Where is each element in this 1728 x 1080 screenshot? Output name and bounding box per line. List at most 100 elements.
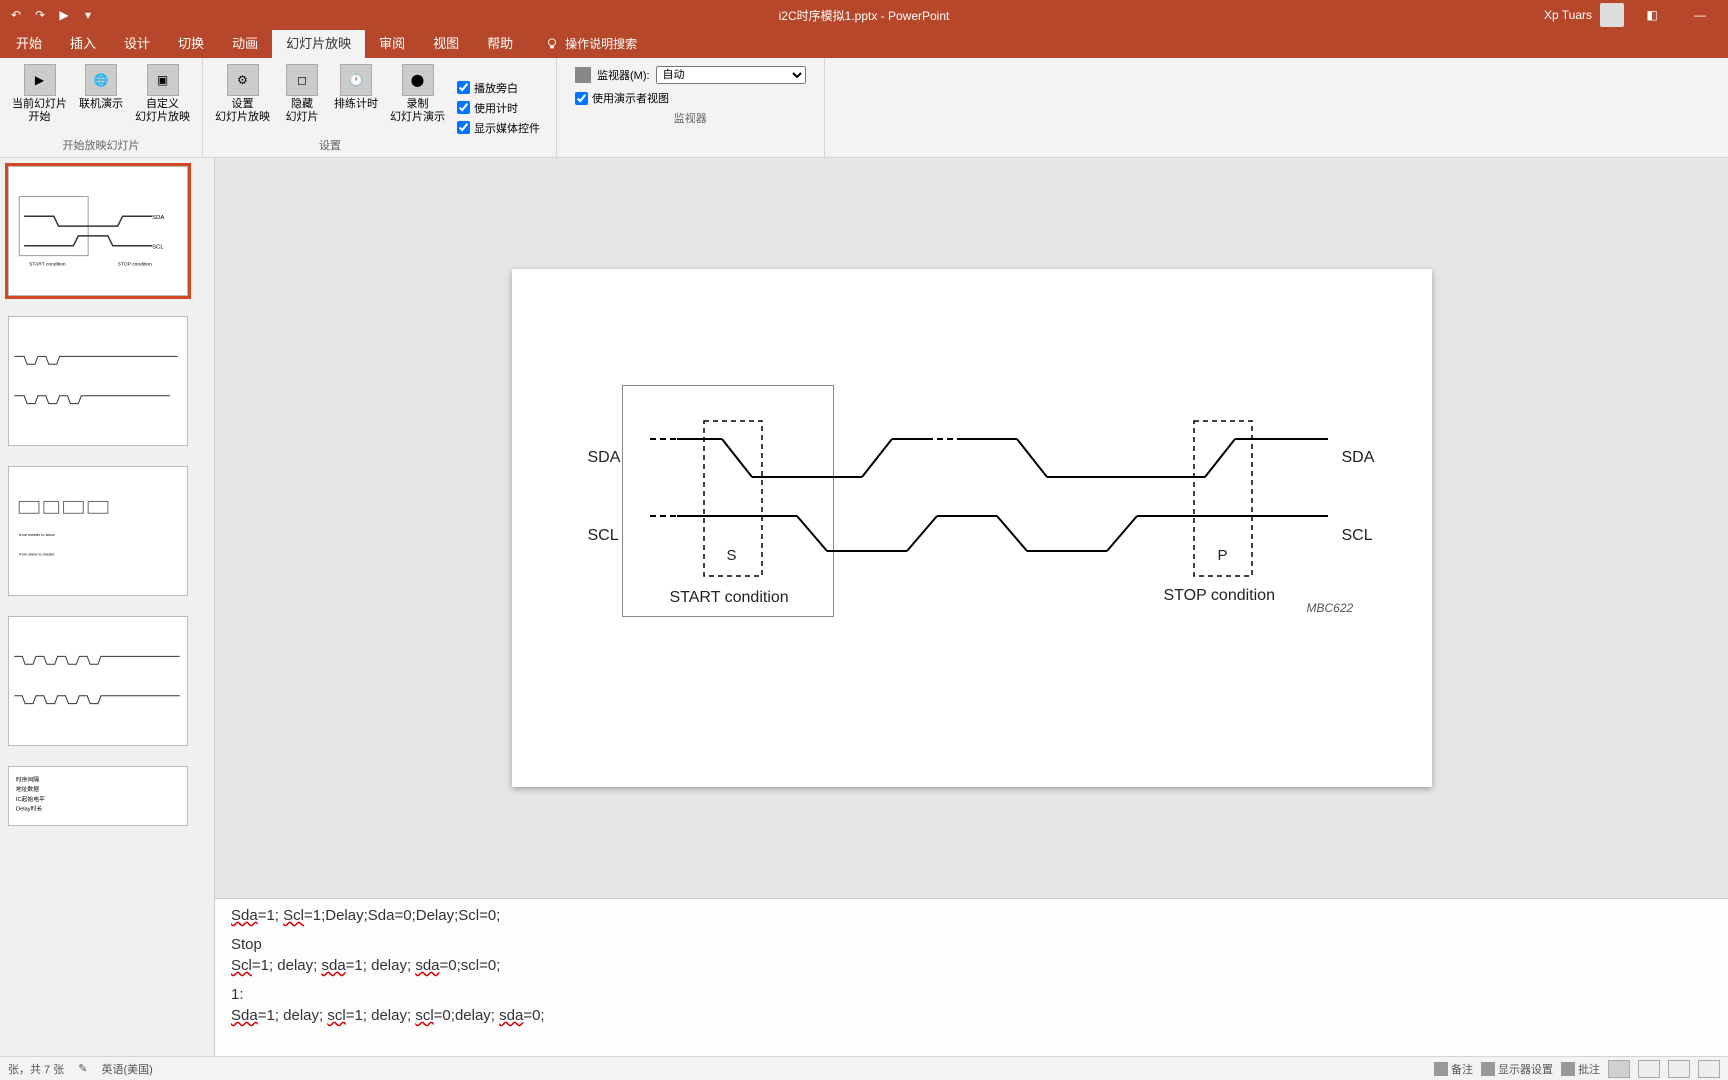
display-settings-button[interactable]: 显示器设置 — [1481, 1061, 1553, 1077]
ribbon: ▶当前幻灯片 开始 🌐联机演示 ▣自定义 幻灯片放映 开始放映幻灯片 ⚙设置 幻… — [0, 58, 1728, 158]
ribbon-display-options-icon[interactable]: ◧ — [1632, 0, 1672, 30]
clock-icon: 🕐 — [340, 64, 372, 96]
svg-text:from master to slave: from master to slave — [19, 532, 55, 537]
qat-dropdown-icon[interactable]: ▾ — [80, 7, 96, 23]
normal-view-button[interactable] — [1608, 1060, 1630, 1078]
custom-slideshow-button[interactable]: ▣自定义 幻灯片放映 — [131, 62, 194, 137]
setup-icon: ⚙ — [227, 64, 259, 96]
notes-pane[interactable]: Sda=1; Scl=1;Delay;Sda=0;Delay;Scl=0; St… — [215, 898, 1728, 1056]
tab-view[interactable]: 视图 — [419, 27, 473, 58]
play-icon: ▶ — [24, 64, 56, 96]
svg-text:from slave to master: from slave to master — [19, 552, 55, 557]
spelling-icon[interactable]: ✎ — [78, 1062, 87, 1075]
notes-button[interactable]: 备注 — [1434, 1061, 1473, 1077]
group-setup: ⚙设置 幻灯片放映 ◻隐藏 幻灯片 🕐排练计时 ⬤录制 幻灯片演示 设置 播放旁… — [203, 58, 557, 157]
mbc-label: MBC622 — [1307, 601, 1354, 615]
group-monitors: 监视器(M): 自动 使用演示者视图 监视器 — [557, 58, 825, 157]
display-icon — [1481, 1062, 1495, 1076]
ribbon-tabs: 开始 插入 设计 切换 动画 幻灯片放映 审阅 视图 帮助 操作说明搜索 — [0, 30, 1728, 58]
globe-icon: 🌐 — [85, 64, 117, 96]
tab-help[interactable]: 帮助 — [473, 27, 527, 58]
hide-icon: ◻ — [286, 64, 318, 96]
stop-condition-label: STOP condition — [1164, 587, 1275, 605]
main: SDA SCL START condition STOP condition from… — [0, 158, 1728, 1056]
scl-label-right: SCL — [1342, 527, 1373, 545]
user-name: Xp Tuars — [1544, 8, 1592, 22]
tab-transitions[interactable]: 切换 — [164, 27, 218, 58]
slide-thumb-5[interactable]: 时序间隔地址数据IC起始电平Delay时长 — [8, 766, 188, 826]
page-count: 张，共 7 张 — [8, 1061, 64, 1077]
svg-text:SCL: SCL — [152, 245, 164, 251]
group-label: 开始放映幻灯片 — [8, 137, 194, 153]
monitor-label: 监视器(M): — [597, 67, 650, 83]
svg-text:地址数据: 地址数据 — [16, 785, 39, 793]
notes-icon — [1434, 1062, 1448, 1076]
slide-thumb-3[interactable]: from master to slave from slave to master — [8, 466, 188, 596]
notes-line: Stop — [231, 936, 1712, 953]
comment-icon — [1561, 1062, 1575, 1076]
group-label: 监视器 — [565, 110, 816, 126]
setup-checkboxes: 播放旁白 使用计时 显示媒体控件 — [449, 62, 548, 153]
rehearse-timings-button[interactable]: 🕐排练计时 — [330, 62, 382, 137]
comments-button[interactable]: 批注 — [1561, 1061, 1600, 1077]
window-title: i2C时序模拟1.pptx - PowerPoint — [779, 7, 950, 24]
sda-label-left: SDA — [588, 449, 621, 467]
custom-show-icon: ▣ — [147, 64, 179, 96]
setup-slideshow-button[interactable]: ⚙设置 幻灯片放映 — [211, 62, 274, 137]
presenter-view-checkbox[interactable]: 使用演示者视图 — [575, 90, 806, 106]
hide-slide-button[interactable]: ◻隐藏 幻灯片 — [278, 62, 326, 137]
tell-me[interactable]: 操作说明搜索 — [535, 29, 647, 58]
tab-slideshow[interactable]: 幻灯片放映 — [272, 27, 365, 58]
status-bar: 张，共 7 张 ✎ 英语(美国) 备注 显示器设置 批注 — [0, 1056, 1728, 1080]
from-current-slide-button[interactable]: ▶当前幻灯片 开始 — [8, 62, 71, 137]
play-narrations-checkbox[interactable]: 播放旁白 — [457, 80, 540, 96]
tab-design[interactable]: 设计 — [110, 27, 164, 58]
svg-text:Delay时长: Delay时长 — [16, 805, 43, 813]
minimize-icon[interactable]: — — [1680, 0, 1720, 30]
content-area: SDA SCL SDA SCL S P START condition STOP… — [215, 158, 1728, 1056]
svg-text:START condition: START condition — [29, 261, 66, 267]
present-online-button[interactable]: 🌐联机演示 — [75, 62, 127, 137]
tell-me-label: 操作说明搜索 — [565, 35, 637, 52]
monitor-icon — [575, 67, 591, 83]
slide-thumb-4[interactable] — [8, 616, 188, 746]
language[interactable]: 英语(美国) — [101, 1061, 152, 1077]
scl-label-left: SCL — [588, 527, 619, 545]
tab-insert[interactable]: 插入 — [56, 27, 110, 58]
lightbulb-icon — [545, 37, 559, 51]
monitor-select[interactable]: 自动 — [656, 66, 806, 84]
group-start-show: ▶当前幻灯片 开始 🌐联机演示 ▣自定义 幻灯片放映 开始放映幻灯片 — [0, 58, 203, 157]
avatar[interactable] — [1600, 3, 1624, 27]
p-label: P — [1218, 547, 1228, 564]
slideshow-view-button[interactable] — [1698, 1060, 1720, 1078]
notes-line: Sda=1; Scl=1;Delay;Sda=0;Delay;Scl=0; — [231, 907, 1712, 924]
notes-line: Sda=1; delay; scl=1; delay; scl=0;delay;… — [231, 1007, 1712, 1024]
record-slideshow-button[interactable]: ⬤录制 幻灯片演示 — [386, 62, 449, 137]
sda-label-right: SDA — [1342, 449, 1375, 467]
slide-area[interactable]: SDA SCL SDA SCL S P START condition STOP… — [215, 158, 1728, 898]
svg-text:SDA: SDA — [152, 215, 164, 221]
tab-start[interactable]: 开始 — [2, 27, 56, 58]
notes-line: 1: — [231, 986, 1712, 1003]
svg-text:STOP condition: STOP condition — [118, 261, 152, 267]
title-bar: ↶ ↷ ▶ ▾ i2C时序模拟1.pptx - PowerPoint Xp Tu… — [0, 0, 1728, 30]
s-label: S — [727, 547, 737, 564]
notes-line: Scl=1; delay; sda=1; delay; sda=0;scl=0; — [231, 957, 1712, 974]
start-from-beginning-icon[interactable]: ▶ — [56, 7, 72, 23]
tab-animations[interactable]: 动画 — [218, 27, 272, 58]
slide-sorter-view-button[interactable] — [1638, 1060, 1660, 1078]
show-media-controls-checkbox[interactable]: 显示媒体控件 — [457, 120, 540, 136]
reading-view-button[interactable] — [1668, 1060, 1690, 1078]
group-label: 设置 — [211, 137, 449, 153]
slide-canvas[interactable]: SDA SCL SDA SCL S P START condition STOP… — [512, 269, 1432, 787]
start-condition-label: START condition — [670, 589, 789, 607]
use-timings-checkbox[interactable]: 使用计时 — [457, 100, 540, 116]
undo-icon[interactable]: ↶ — [8, 7, 24, 23]
tab-review[interactable]: 审阅 — [365, 27, 419, 58]
svg-text:IC起始电平: IC起始电平 — [16, 795, 45, 803]
slide-thumb-1[interactable]: SDA SCL START condition STOP condition — [8, 166, 188, 296]
redo-icon[interactable]: ↷ — [32, 7, 48, 23]
thumbnails-pane[interactable]: SDA SCL START condition STOP condition from… — [0, 158, 215, 1056]
i2c-diagram: SDA SCL SDA SCL S P START condition STOP… — [512, 269, 1432, 787]
slide-thumb-2[interactable] — [8, 316, 188, 446]
